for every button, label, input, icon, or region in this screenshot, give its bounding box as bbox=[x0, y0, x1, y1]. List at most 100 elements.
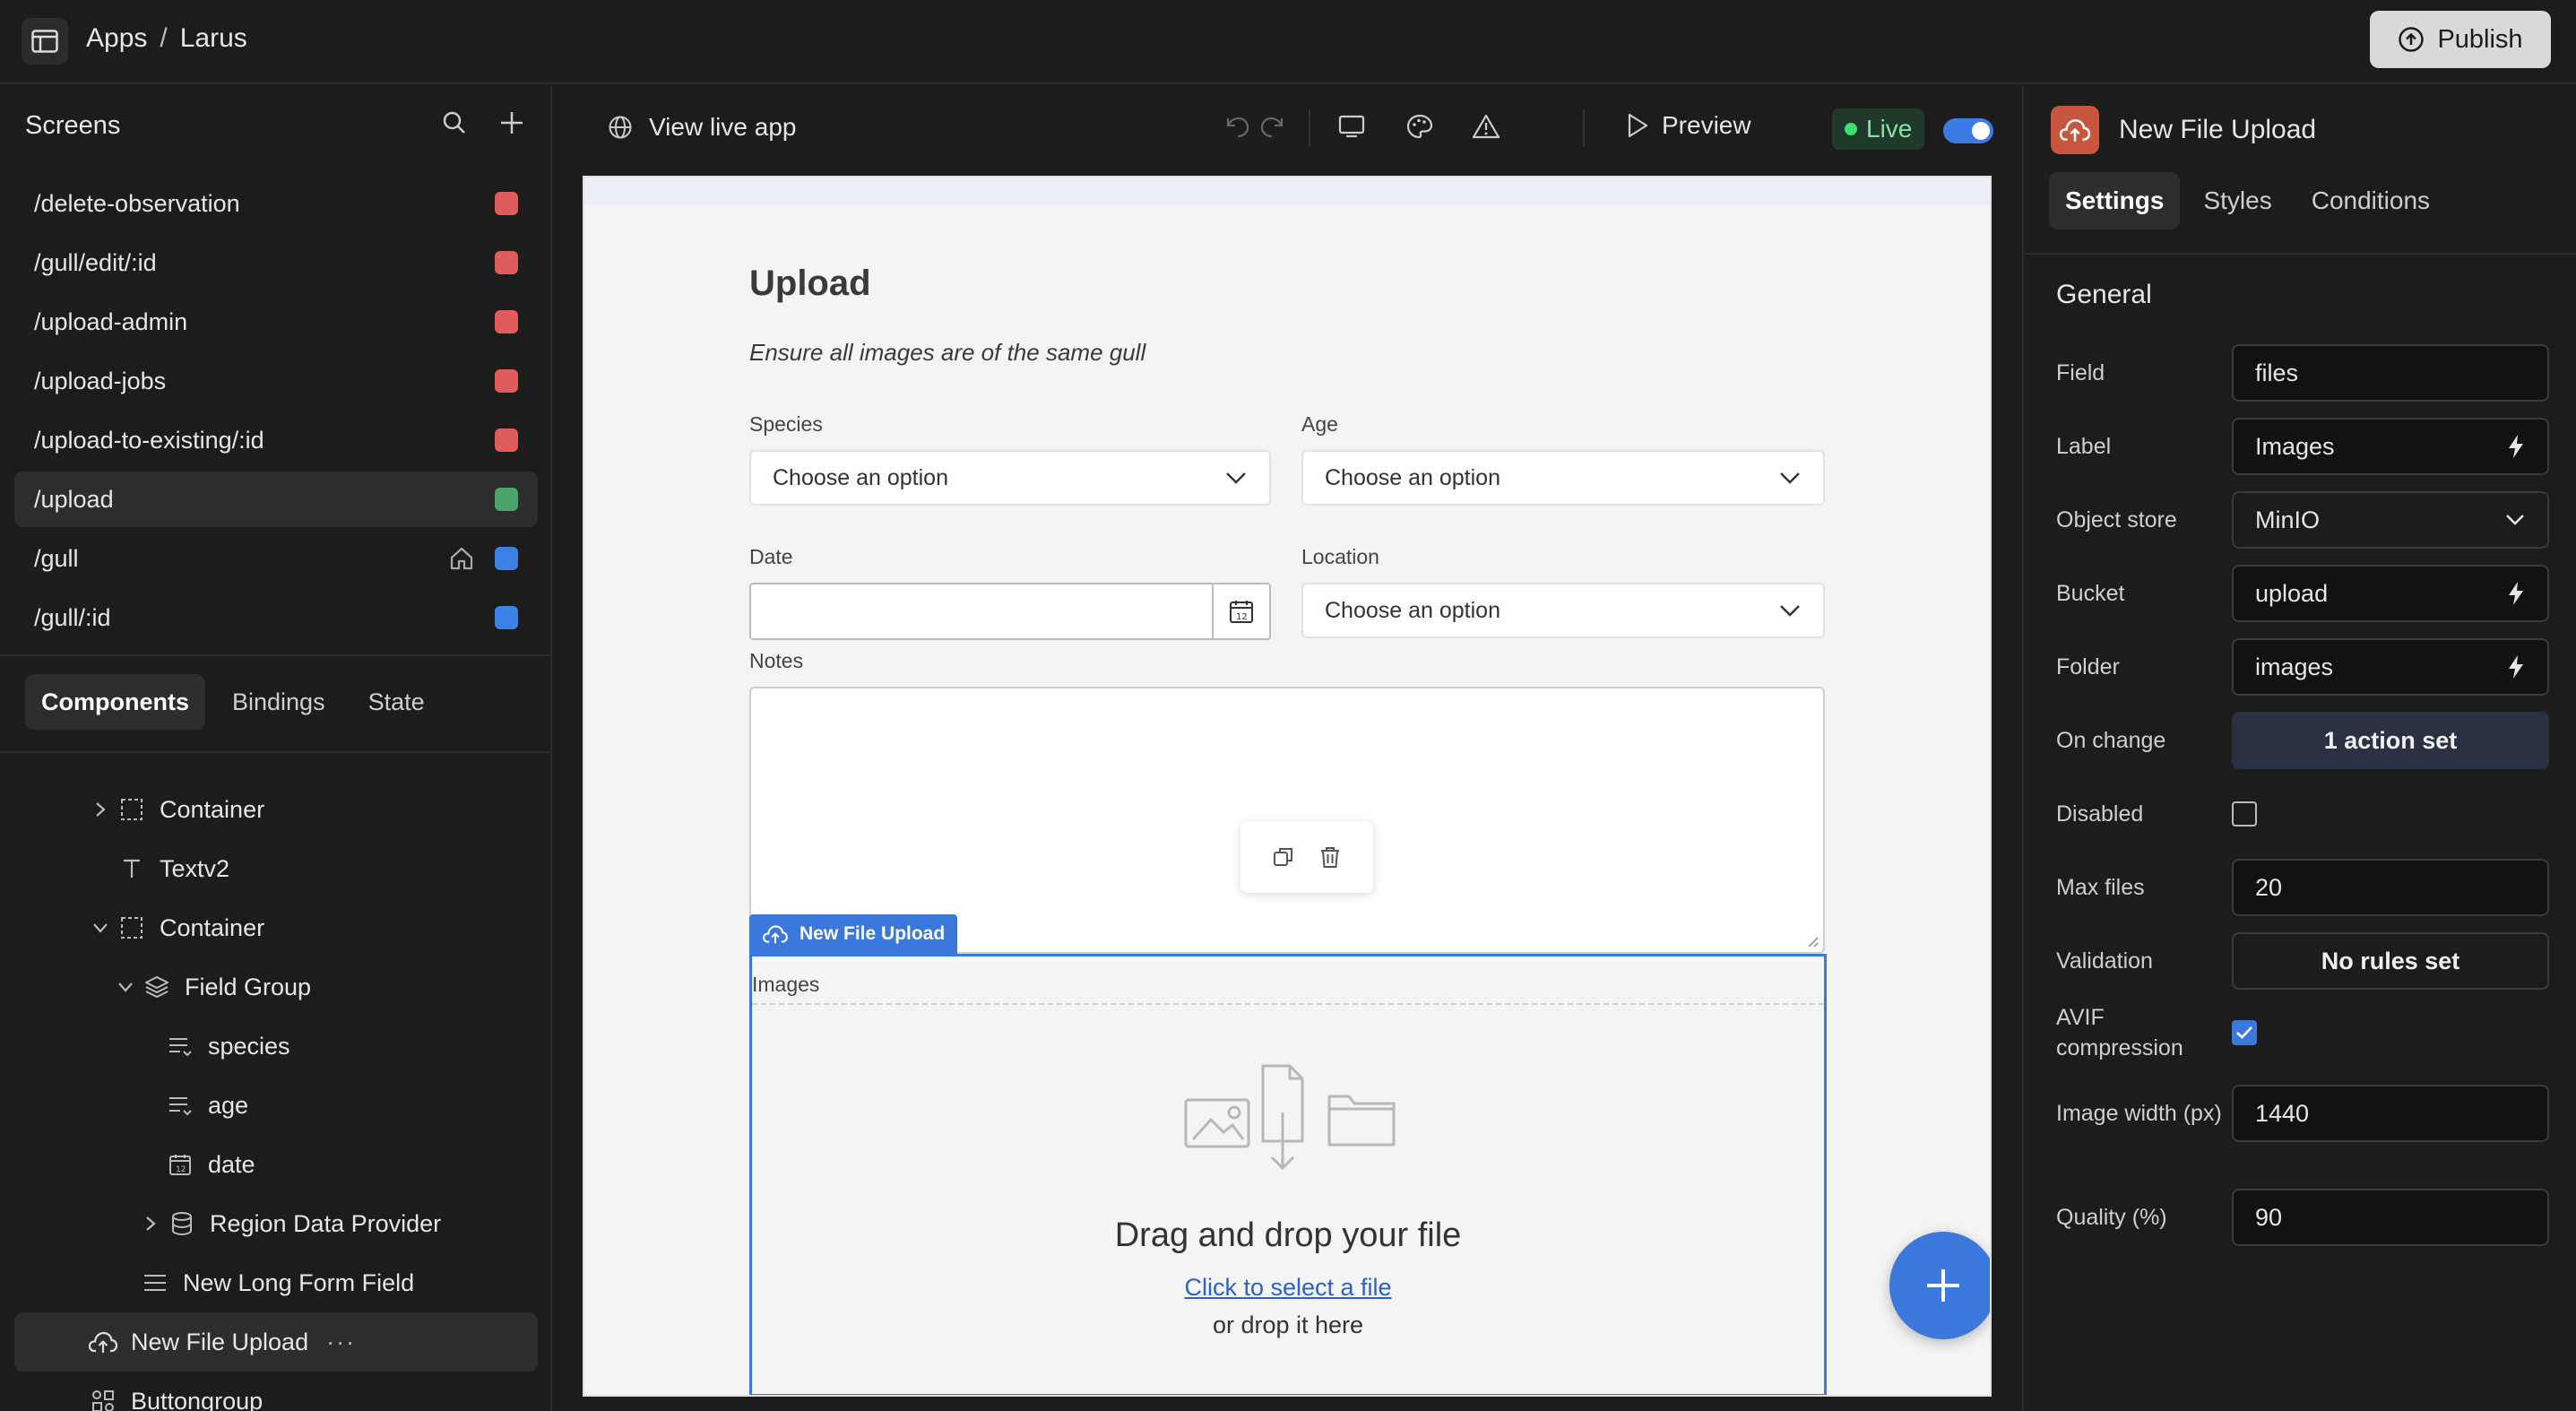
tree-item-date[interactable]: 12 date bbox=[14, 1135, 538, 1194]
disabled-checkbox[interactable] bbox=[2232, 801, 2257, 827]
redo-button[interactable] bbox=[1258, 113, 1287, 140]
sidebar-icon bbox=[31, 30, 58, 53]
more-options-icon[interactable]: ··· bbox=[326, 1329, 356, 1356]
max-files-value: 20 bbox=[2255, 873, 2283, 901]
age-select[interactable]: Choose an option bbox=[1301, 450, 1825, 506]
folder-input-value: images bbox=[2255, 653, 2334, 680]
sidebar-toggle-button[interactable] bbox=[22, 18, 68, 65]
avif-setting: AVIF compression bbox=[2056, 1000, 2549, 1065]
chevron-right-icon[interactable] bbox=[140, 1215, 161, 1233]
species-select[interactable]: Choose an option bbox=[749, 450, 1271, 506]
container-icon bbox=[117, 798, 147, 821]
field-input[interactable]: files bbox=[2232, 344, 2549, 402]
image-width-setting: Image width (px) 1440 bbox=[2056, 1085, 2549, 1142]
chevron-right-icon[interactable] bbox=[90, 801, 111, 818]
screen-color-swatch bbox=[495, 547, 518, 570]
file-upload-field[interactable]: Images Drag and drop your file Click to … bbox=[749, 954, 1827, 1395]
search-icon[interactable] bbox=[441, 109, 468, 136]
trash-icon[interactable] bbox=[1318, 845, 1342, 869]
tab-conditions[interactable]: Conditions bbox=[2295, 172, 2446, 229]
chevron-down-icon[interactable] bbox=[115, 981, 136, 993]
screen-item-delete-observation[interactable]: /delete-observation bbox=[14, 176, 538, 231]
undo-button[interactable] bbox=[1223, 113, 1251, 140]
add-screen-icon[interactable] bbox=[498, 109, 525, 136]
tab-state[interactable]: State bbox=[352, 674, 441, 730]
image-width-value: 1440 bbox=[2255, 1099, 2310, 1127]
tree-item-region-data-provider[interactable]: Region Data Provider bbox=[14, 1194, 538, 1253]
preview-button[interactable]: Preview bbox=[1626, 111, 1751, 140]
dropzone-hint: or drop it here bbox=[1212, 1311, 1364, 1338]
toolbar-divider bbox=[1309, 109, 1310, 147]
tree-item-textv2[interactable]: Textv2 bbox=[14, 839, 538, 898]
select-file-link[interactable]: Click to select a file bbox=[752, 1274, 1824, 1302]
image-width-input[interactable]: 1440 bbox=[2232, 1085, 2549, 1142]
tree-item-buttongroup[interactable]: Buttongroup bbox=[14, 1372, 538, 1411]
file-dropzone[interactable]: Drag and drop your file Click to select … bbox=[752, 1003, 1824, 1394]
top-bar: Apps / Larus Publish bbox=[0, 0, 2576, 84]
date-picker-button[interactable]: 12 bbox=[1212, 584, 1269, 638]
tree-item-species[interactable]: species bbox=[14, 1017, 538, 1076]
tab-settings[interactable]: Settings bbox=[2049, 172, 2181, 229]
device-preview-button[interactable] bbox=[1337, 113, 1366, 140]
lightning-icon[interactable] bbox=[2506, 580, 2526, 607]
date-input[interactable]: 12 bbox=[749, 583, 1271, 640]
tree-item-label: Container bbox=[160, 795, 265, 823]
validation-rules-button[interactable]: No rules set bbox=[2232, 932, 2549, 990]
chevron-down-icon[interactable] bbox=[90, 922, 111, 934]
bucket-input[interactable]: upload bbox=[2232, 565, 2549, 622]
breadcrumb-separator: / bbox=[160, 23, 168, 53]
add-component-button[interactable] bbox=[1889, 1232, 1990, 1339]
quality-value: 90 bbox=[2255, 1203, 2283, 1231]
tree-item-age[interactable]: age bbox=[14, 1076, 538, 1135]
play-icon bbox=[1628, 113, 1648, 138]
avif-checkbox[interactable] bbox=[2232, 1020, 2257, 1045]
tree-item-container[interactable]: Container bbox=[14, 898, 538, 957]
text-icon bbox=[117, 857, 147, 880]
publish-button[interactable]: Publish bbox=[2370, 11, 2551, 68]
tree-item-field-group[interactable]: Field Group bbox=[14, 957, 538, 1017]
warnings-button[interactable] bbox=[1472, 113, 1500, 140]
tab-bindings[interactable]: Bindings bbox=[216, 674, 341, 730]
resize-handle-icon[interactable] bbox=[1805, 934, 1820, 948]
component-tree: Container Textv2 Container Field Group s… bbox=[14, 780, 538, 1411]
max-files-input[interactable]: 20 bbox=[2232, 859, 2549, 916]
general-section-title: General bbox=[2056, 280, 2152, 309]
container-icon bbox=[117, 916, 147, 939]
screen-item-upload-to-existing[interactable]: /upload-to-existing/:id bbox=[14, 412, 538, 468]
breadcrumb-apps[interactable]: Apps bbox=[86, 23, 147, 54]
location-select[interactable]: Choose an option bbox=[1301, 583, 1825, 638]
label-input[interactable]: Images bbox=[2232, 418, 2549, 475]
screen-item-upload-jobs[interactable]: /upload-jobs bbox=[14, 353, 538, 409]
tree-item-new-file-upload[interactable]: New File Upload ··· bbox=[14, 1312, 538, 1372]
quality-input[interactable]: 90 bbox=[2232, 1189, 2549, 1246]
monitor-icon bbox=[1338, 115, 1365, 138]
screen-item-gull-id[interactable]: /gull/:id bbox=[14, 590, 538, 645]
tab-components[interactable]: Components bbox=[25, 674, 205, 730]
bucket-setting: Bucket upload bbox=[2056, 565, 2549, 622]
folder-input[interactable]: images bbox=[2232, 638, 2549, 696]
lightning-icon[interactable] bbox=[2506, 433, 2526, 460]
breadcrumb-app-name[interactable]: Larus bbox=[180, 23, 247, 54]
lightning-icon[interactable] bbox=[2506, 654, 2526, 680]
screen-label: /gull/edit/:id bbox=[34, 248, 157, 276]
screen-item-upload-admin[interactable]: /upload-admin bbox=[14, 294, 538, 350]
palette-icon bbox=[1406, 114, 1433, 139]
tree-item-label: age bbox=[208, 1091, 249, 1119]
duplicate-icon[interactable] bbox=[1272, 845, 1295, 869]
screen-item-gull[interactable]: /gull bbox=[14, 531, 538, 586]
tree-item-new-long-form-field[interactable]: New Long Form Field bbox=[14, 1253, 538, 1312]
tree-item-container[interactable]: Container bbox=[14, 780, 538, 839]
on-change-actions-button[interactable]: 1 action set bbox=[2232, 712, 2549, 769]
screen-item-gull-edit[interactable]: /gull/edit/:id bbox=[14, 235, 538, 290]
selected-component-badge[interactable]: New File Upload bbox=[749, 914, 958, 954]
view-live-app-link[interactable]: View live app bbox=[608, 113, 796, 142]
location-label: Location bbox=[1301, 545, 1379, 568]
component-title[interactable]: New File Upload bbox=[2119, 115, 2316, 145]
screen-item-upload[interactable]: /upload bbox=[14, 472, 538, 527]
tab-styles[interactable]: Styles bbox=[2187, 172, 2287, 229]
theme-button[interactable] bbox=[1405, 113, 1434, 140]
species-label: Species bbox=[749, 412, 823, 436]
screens-actions bbox=[441, 109, 525, 136]
live-toggle[interactable] bbox=[1943, 118, 1993, 143]
object-store-select[interactable]: MinIO bbox=[2232, 491, 2549, 549]
